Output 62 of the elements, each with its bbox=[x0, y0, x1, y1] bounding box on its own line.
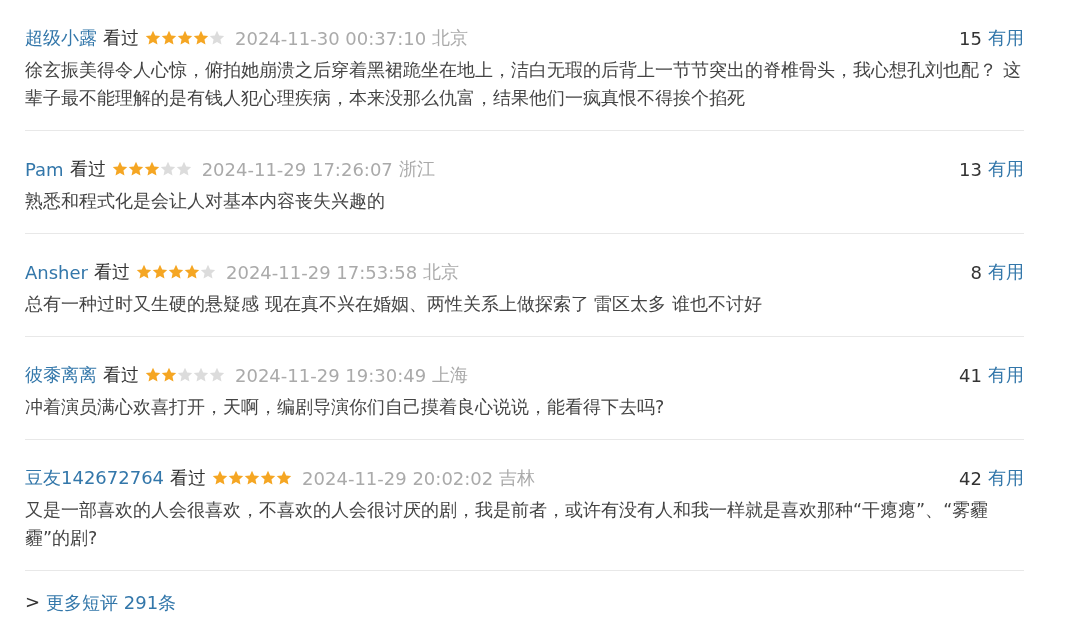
star-icon bbox=[143, 161, 160, 177]
star-icon bbox=[136, 264, 152, 280]
star-icon bbox=[127, 161, 144, 177]
comment-location: 上海 bbox=[432, 363, 469, 387]
comment-text: 总有一种过时又生硬的悬疑感 现在真不兴在婚姻、两性关系上做探索了 雷区太多 谁也不讨好 bbox=[25, 293, 763, 316]
useful-link[interactable]: 有用 bbox=[988, 157, 1024, 181]
more-arrow: > bbox=[25, 591, 41, 614]
vote-count: 8 bbox=[970, 261, 982, 283]
star-icon bbox=[168, 264, 184, 280]
vote-count: 41 bbox=[959, 364, 982, 386]
star-icon bbox=[209, 367, 225, 383]
star-icon bbox=[193, 30, 209, 46]
user-name[interactable]: 豆友142672764 bbox=[25, 466, 165, 490]
star-icon bbox=[228, 470, 245, 486]
star-icon bbox=[161, 30, 177, 46]
star-icon bbox=[193, 367, 209, 383]
vote-count: 42 bbox=[959, 467, 982, 489]
star-icon bbox=[244, 470, 261, 486]
star-icon bbox=[212, 470, 229, 486]
star-icon bbox=[184, 264, 200, 280]
star-icon bbox=[175, 161, 192, 177]
star-icon bbox=[177, 30, 193, 46]
vote-count: 13 bbox=[959, 158, 982, 180]
comment-time: 2024-11-29 17:53:58 bbox=[226, 261, 418, 283]
comment-location: 北京 bbox=[423, 260, 460, 284]
watch-status: 看过 bbox=[103, 363, 139, 387]
star-icon bbox=[209, 30, 225, 46]
useful-link[interactable]: 有用 bbox=[988, 466, 1024, 490]
comment-location: 浙江 bbox=[398, 157, 435, 181]
comment-location: 北京 bbox=[432, 26, 469, 50]
comment-time: 2024-11-29 17:26:07 bbox=[201, 158, 393, 180]
star-icon bbox=[111, 161, 128, 177]
user-name[interactable]: Ansher bbox=[25, 261, 88, 283]
comment-text: 徐玄振美得令人心惊，俯拍她崩溃之后穿着黑裙跪坐在地上，洁白无瑕的后背上一节节突出的脊椎骨头，我心想孔刘也配？ 这辈子最不能理解的是有钱人犯心理疾病，本来没那么仇富，结果他们一疯真恨不得挨个掐死 bbox=[25, 59, 1022, 110]
comment-time: 2024-11-29 19:30:49 bbox=[235, 364, 427, 386]
star-icon bbox=[200, 264, 216, 280]
watch-status: 看过 bbox=[94, 260, 130, 284]
star-icon bbox=[161, 367, 177, 383]
watch-status: 看过 bbox=[103, 26, 139, 50]
star-icon bbox=[177, 367, 193, 383]
comment-time: 2024-11-30 00:37:10 bbox=[235, 27, 427, 49]
comment-text: 又是一部喜欢的人会很喜欢，不喜欢的人会很讨厌的剧，我是前者，或许有没有人和我一样就是喜欢那种“干瘪瘪”、“雾霾霾”的剧? bbox=[25, 499, 990, 550]
watch-status: 看过 bbox=[69, 157, 106, 181]
vote-count: 15 bbox=[959, 27, 982, 49]
star-icon bbox=[276, 470, 293, 486]
user-name[interactable]: Pam bbox=[25, 158, 64, 180]
comment-time: 2024-11-29 20:02:02 bbox=[302, 467, 494, 489]
watch-status: 看过 bbox=[170, 466, 207, 490]
user-name[interactable]: 超级小露 bbox=[25, 26, 97, 50]
star-icon bbox=[152, 264, 168, 280]
user-name[interactable]: 彼黍离离 bbox=[25, 363, 97, 387]
star-icon bbox=[145, 30, 161, 46]
useful-link[interactable]: 有用 bbox=[988, 26, 1024, 50]
useful-link[interactable]: 有用 bbox=[988, 260, 1024, 284]
star-icon bbox=[145, 367, 161, 383]
comment-text: 冲着演员满心欢喜打开，天啊，编剧导演你们自己摸着良心说说，能看得下去吗? bbox=[25, 396, 666, 419]
useful-link[interactable]: 有用 bbox=[988, 363, 1024, 387]
star-icon bbox=[159, 161, 176, 177]
comment-location: 吉林 bbox=[499, 466, 536, 490]
star-icon bbox=[260, 470, 277, 486]
comment-text: 熟悉和程式化是会让人对基本内容丧失兴趣的 bbox=[25, 190, 386, 213]
more-comments-link[interactable]: 更多短评 291条 bbox=[46, 591, 177, 615]
